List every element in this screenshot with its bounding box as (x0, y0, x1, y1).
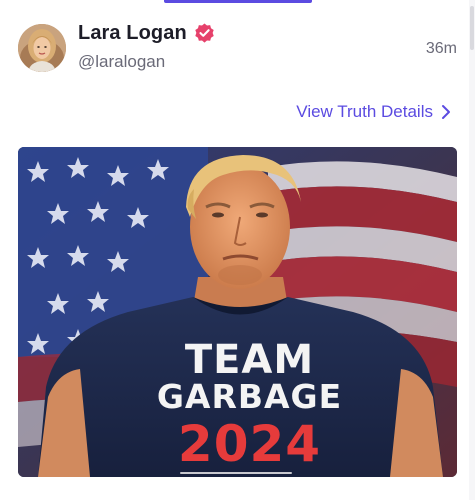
truth-post-screen: Lara Logan @laralogan 36m View Truth Det… (0, 0, 475, 500)
post-media-image[interactable]: TEAM GARBAGE 2024 (18, 147, 457, 477)
shirt-text-line3: 2024 (177, 415, 322, 473)
view-truth-details-label: View Truth Details (296, 102, 433, 121)
avatar[interactable] (18, 24, 66, 72)
chevron-right-icon (442, 105, 450, 119)
home-indicator (180, 472, 292, 474)
author-name-row: Lara Logan (78, 22, 216, 45)
shirt-text-line2: GARBAGE (156, 377, 343, 416)
scrollbar[interactable] (469, 0, 475, 500)
view-truth-details-link[interactable]: View Truth Details (296, 102, 451, 122)
scrollbar-thumb[interactable] (470, 6, 474, 50)
verified-badge-icon (195, 23, 214, 43)
post-header: Lara Logan @laralogan 36m (18, 20, 457, 80)
author-display-name[interactable]: Lara Logan (78, 22, 187, 45)
author-handle[interactable]: @laralogan (78, 52, 165, 72)
avatar-photo-icon (18, 24, 66, 72)
active-tab-indicator (164, 0, 312, 3)
post-timestamp: 36m (425, 40, 457, 57)
